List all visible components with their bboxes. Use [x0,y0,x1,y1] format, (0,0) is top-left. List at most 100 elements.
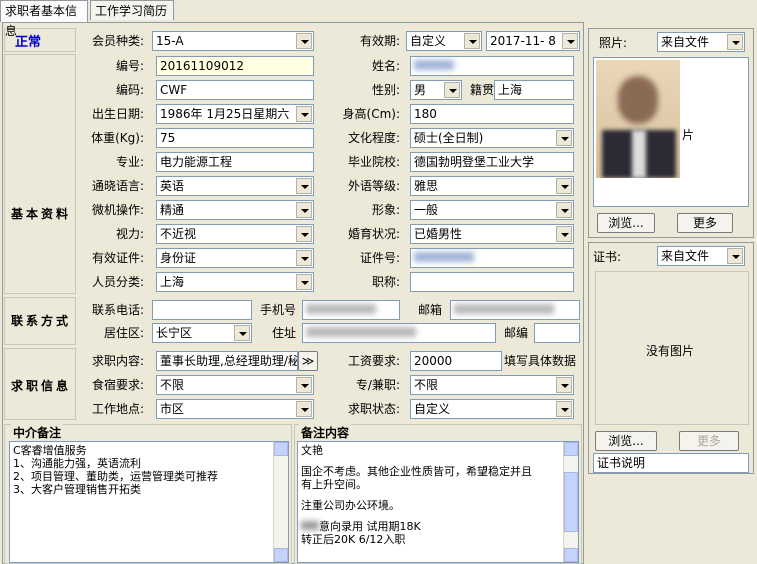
remark-notes-textarea[interactable]: 文艳 国企不考虑。其他企业性质皆可，希望稳定并且 有上升空间。 注重公司办公环境… [297,441,579,563]
id-label: 编号: [115,59,144,73]
basic-section: 基本资料 [4,54,76,294]
chevron-down-icon[interactable] [556,130,572,146]
chevron-down-icon[interactable] [556,202,572,218]
title-input[interactable] [410,272,574,292]
tab-label: 工作学习简历 [95,4,168,18]
chevron-down-icon[interactable] [296,401,312,417]
redacted-block [414,252,474,262]
tab-basic-info[interactable]: 求职者基本信息 [0,0,88,38]
vision-select[interactable]: 不近视 [156,224,314,244]
weight-label: 体重(Kg): [91,131,144,145]
chevron-down-icon[interactable] [556,226,572,242]
native-input[interactable]: 上海 [494,80,574,100]
salary-input[interactable]: 20000 [410,351,502,371]
chevron-down-icon[interactable] [234,325,250,341]
district-label: 居住区: [103,326,144,340]
chevron-down-icon[interactable] [727,248,743,264]
job-content-more-button[interactable]: ≫ [298,351,318,371]
school-input[interactable]: 德国勃明登堡工业大学 [410,152,574,172]
chevron-down-icon[interactable] [556,178,572,194]
photo-source-select[interactable]: 来自文件 [657,32,745,52]
document-number-input[interactable] [410,248,574,268]
location-select[interactable]: 市区 [156,399,314,419]
scroll-down-icon[interactable] [274,548,288,562]
language-select[interactable]: 英语 [156,176,314,196]
email-input[interactable] [450,300,580,320]
title-label: 职称: [371,275,400,289]
photo-browse-button[interactable]: 浏览... [597,213,655,233]
code-label: 编码: [115,83,144,97]
code-input[interactable]: CWF [156,80,314,100]
certificate-browse-button[interactable]: 浏览... [595,431,657,451]
scroll-up-icon[interactable] [564,442,578,456]
certificate-empty-text: 没有图片 [646,344,695,358]
chevron-down-icon[interactable] [444,82,460,98]
major-label: 专业: [115,155,144,169]
scroll-up-icon[interactable] [274,442,288,456]
photo-more-button[interactable]: 更多 [677,213,733,233]
zip-label: 邮编 [503,326,528,340]
scrollbar[interactable] [563,442,578,562]
mobile-input[interactable] [302,300,400,320]
gender-label: 性别: [371,83,400,97]
phone-input[interactable] [152,300,252,320]
category-select[interactable]: 上海 [156,272,314,292]
document-number-label: 证件号: [359,251,400,265]
zip-input[interactable] [534,323,580,343]
address-input[interactable] [302,323,496,343]
validity-mode-select[interactable]: 自定义 [406,31,482,51]
birth-date-picker[interactable]: 1986年 1月25日星期六 [156,104,314,124]
certificate-source-select[interactable]: 来自文件 [657,246,745,266]
job-content-input[interactable]: 董事长助理,总经理助理/秘 [156,351,298,371]
district-select[interactable]: 长宁区 [152,323,252,343]
chevron-down-icon[interactable] [296,33,312,49]
education-select[interactable]: 硕士(全日制) [410,128,574,148]
chevron-down-icon[interactable] [296,202,312,218]
chevron-down-icon[interactable] [296,226,312,242]
id-input[interactable]: 20161109012 [156,56,314,76]
gender-select[interactable]: 男 [410,80,462,100]
major-input[interactable]: 电力能源工程 [156,152,314,172]
certificate-image-frame: 没有图片 [595,271,749,425]
tab-resume[interactable]: 工作学习简历 [90,0,174,20]
chevron-down-icon[interactable] [562,33,578,49]
job-state-label: 求职状态: [347,402,400,416]
weight-input[interactable]: 75 [156,128,314,148]
id-document-select[interactable]: 身份证 [156,248,314,268]
certificate-description-input[interactable]: 证书说明 [593,453,749,473]
name-input[interactable] [410,56,574,76]
validity-date-picker[interactable]: 2017-11- 8 [486,31,580,51]
chevron-down-icon[interactable] [296,178,312,194]
phone-label: 联系电话: [91,303,144,317]
chevron-down-icon[interactable] [296,377,312,393]
marital-select[interactable]: 已婚男性 [410,224,574,244]
height-input[interactable]: 180 [410,104,574,124]
scrollbar[interactable] [273,442,288,562]
photo-frame: 片 [593,57,749,207]
job-state-select[interactable]: 自定义 [410,399,574,419]
parttime-select[interactable]: 不限 [410,375,574,395]
chevron-down-icon[interactable] [556,377,572,393]
chevron-down-icon[interactable] [727,34,743,50]
chevron-down-icon[interactable] [296,250,312,266]
scroll-thumb[interactable] [564,472,578,532]
computer-skill-select[interactable]: 精通 [156,200,314,220]
chevron-down-icon[interactable] [296,274,312,290]
chevron-down-icon[interactable] [464,33,480,49]
certificate-more-button[interactable]: 更多 [679,431,739,451]
height-label: 身高(Cm): [342,107,400,121]
chevron-down-icon[interactable] [296,106,312,122]
scroll-down-icon[interactable] [564,548,578,562]
agent-notes-title: 中介备注 [11,424,64,441]
id-document-label: 有效证件: [91,251,144,265]
language-level-select[interactable]: 雅思 [410,176,574,196]
basic-section-title: 基本资料 [11,207,72,221]
chevron-down-icon[interactable] [556,401,572,417]
native-label: 籍贯 [469,83,494,97]
appearance-select[interactable]: 一般 [410,200,574,220]
board-select[interactable]: 不限 [156,375,314,395]
membership-select[interactable]: 15-A [152,31,314,51]
membership-label: 会员种类: [91,34,144,48]
agent-notes-textarea[interactable]: C客睿增值服务 1、沟通能力强，英语流利 2、项目管理、董助类，运营管理类可推荐… [9,441,289,563]
education-label: 文化程度: [347,131,400,145]
